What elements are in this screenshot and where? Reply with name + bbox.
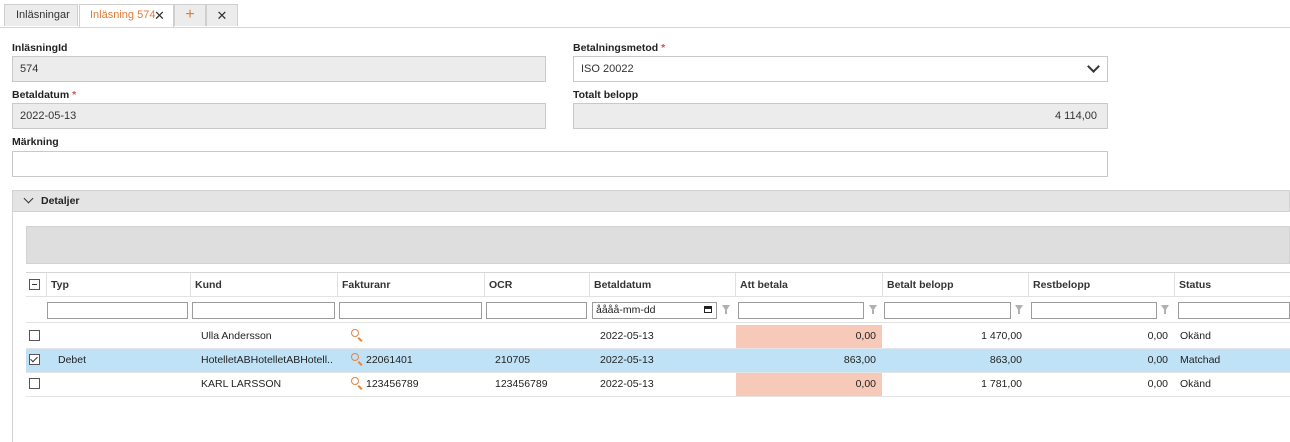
col-header-status[interactable]: Status [1174,273,1290,297]
col-header-betaldatum[interactable]: Betaldatum [589,273,735,297]
totalt-belopp-label: Totalt belopp [573,89,639,101]
chevron-down-icon [23,193,34,204]
grid-header: Typ Kund Fakturanr OCR Betaldatum Att be… [26,272,1290,297]
select-all-checkbox[interactable] [29,279,40,290]
col-header-att-betala[interactable]: Att betala [735,273,882,297]
inlasning-id-label: InläsningId [12,42,68,54]
filter-betalt-belopp-input[interactable] [884,302,1011,319]
cell-betalt-belopp: 1 781,00 [981,378,1022,390]
betalningsmetod-value: ISO 20022 [581,63,634,75]
plus-icon[interactable]: + [174,4,206,26]
magnifier-icon[interactable] [351,329,359,337]
cell-kund: HotelletABHotelletABHotell... [201,354,333,366]
grid-toolbar [26,226,1290,264]
filter-kund-input[interactable] [192,302,335,319]
cell-betaldatum: 2022-05-13 [600,378,654,390]
magnifier-icon[interactable] [351,353,359,361]
cell-typ [54,325,190,348]
chevron-down-icon [1087,60,1100,73]
cell-ocr: 210705 [495,354,531,366]
tab-label: Inläsningar [16,9,70,21]
close-icon[interactable]: ✕ [154,5,165,26]
tab-bar: Inläsningar Inläsning 574 ✕ + ✕ [0,0,1290,28]
table-row-selected[interactable]: Debet HotelletABHotelletABHotell... 2206… [26,349,1290,373]
funnel-icon[interactable] [1161,305,1169,314]
markning-label: Märkning [12,136,59,148]
cell-restbelopp: 0,00 [1147,378,1168,390]
cell-status: Okänd [1180,378,1211,390]
table-row[interactable]: Ulla Andersson 2022-05-13 0,00 1 470,00 … [26,325,1290,349]
details-section-header[interactable]: Detaljer [12,190,1290,212]
cell-att-betala: 0,00 [736,373,882,396]
cell-ocr [495,325,589,348]
filter-ocr-input[interactable] [486,302,587,319]
cell-betalt-belopp: 863,00 [989,354,1022,366]
cell-status: Okänd [1180,330,1211,342]
cell-fakturanr: 22061401 [366,354,413,366]
filter-betaldatum-input[interactable]: åååå-mm-dd [592,302,717,319]
funnel-icon[interactable] [722,305,730,314]
cell-typ: Debet [58,354,87,366]
filter-att-betala-input[interactable] [738,302,864,319]
cell-kund: KARL LARSSON [201,378,282,390]
col-header-fakturanr[interactable]: Fakturanr [337,273,484,297]
cell-att-betala: 0,00 [736,325,882,348]
row-checkbox[interactable] [29,330,40,341]
cell-att-betala: 863,00 [843,354,876,366]
col-header-restbelopp[interactable]: Restbelopp [1028,273,1174,297]
calendar-icon[interactable] [704,306,712,313]
filter-restbelopp-input[interactable] [1031,302,1157,319]
betaldatum-field: 2022-05-13 [12,103,546,129]
filter-typ-input[interactable] [47,302,188,319]
tab-inlasningar[interactable]: Inläsningar [4,4,78,26]
details-label: Detaljer [41,195,80,207]
cell-status: Matchad [1180,354,1221,366]
funnel-icon[interactable] [1015,305,1023,314]
magnifier-icon[interactable] [351,377,359,385]
cell-betaldatum: 2022-05-13 [600,354,654,366]
table-row[interactable]: KARL LARSSON 123456789 123456789 2022-05… [26,373,1290,397]
col-header-betalt-belopp[interactable]: Betalt belopp [882,273,1028,297]
cell-ocr: 123456789 [495,378,548,390]
col-header-typ[interactable]: Typ [46,273,190,297]
tab-label: Inläsning 574 [90,9,156,21]
betalningsmetod-select[interactable]: ISO 20022 [573,56,1108,82]
cell-typ [54,373,190,396]
cell-restbelopp: 0,00 [1147,354,1168,366]
tab-inlasning-574[interactable]: Inläsning 574 ✕ [79,4,174,27]
markning-input[interactable] [12,151,1108,177]
row-checkbox[interactable] [29,378,40,389]
funnel-icon[interactable] [869,305,877,314]
inlasning-id-field: 574 [12,56,546,82]
cell-betaldatum: 2022-05-13 [600,330,654,342]
totalt-belopp-field: 4 114,00 [573,103,1108,129]
col-header-ocr[interactable]: OCR [484,273,589,297]
betaldatum-label: Betaldatum * [12,89,77,101]
cell-fakturanr: 123456789 [366,378,419,390]
cell-kund: Ulla Andersson [201,330,272,342]
cell-betalt-belopp: 1 470,00 [981,330,1022,342]
filter-fakturanr-input[interactable] [339,302,482,319]
cell-restbelopp: 0,00 [1147,330,1168,342]
filter-row: åååå-mm-dd [26,297,1290,323]
cell-fakturanr [366,325,484,348]
date-placeholder: åååå-mm-dd [596,304,656,316]
betalningsmetod-label: Betalningsmetod * [573,42,666,54]
row-checkbox[interactable] [29,354,40,365]
select-all-cell[interactable] [26,273,46,297]
col-header-kund[interactable]: Kund [190,273,337,297]
filter-status-input[interactable] [1178,302,1290,319]
close-icon[interactable]: ✕ [206,4,238,26]
